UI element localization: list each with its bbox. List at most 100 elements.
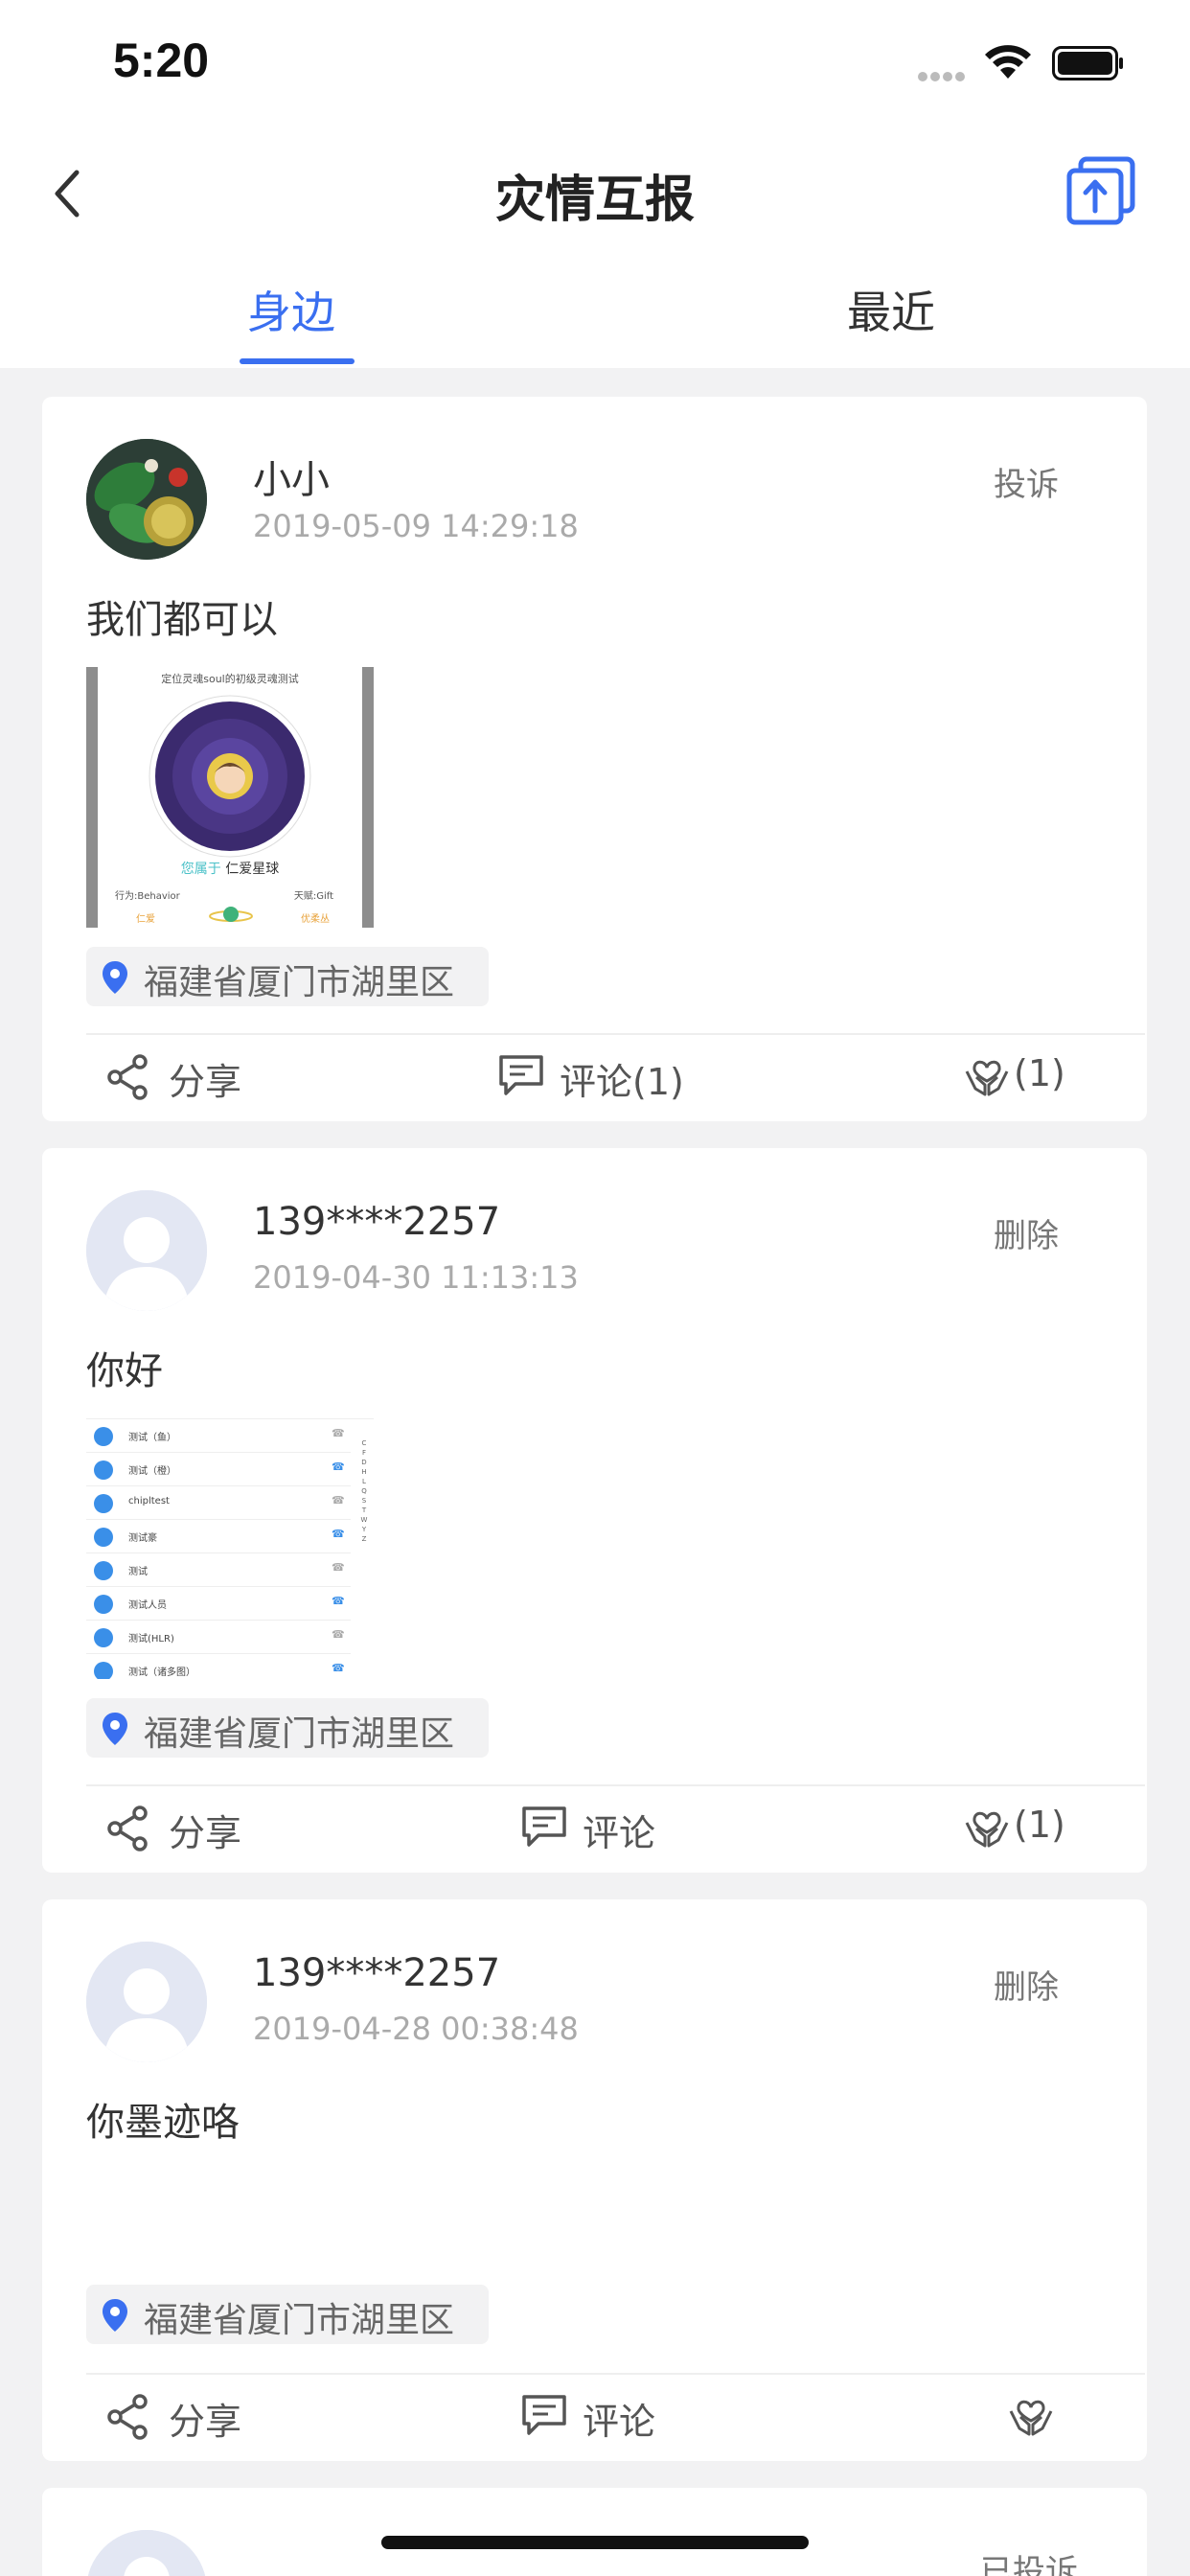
- signal-icon: [918, 67, 968, 85]
- contact-row: 测试 ☎: [86, 1553, 351, 1587]
- image-value-right: 优柔丛: [301, 914, 330, 925]
- contact-name: 测试（橙）: [128, 1466, 176, 1477]
- phone-icon: ☎: [332, 1460, 345, 1473]
- location-tag[interactable]: 福建省厦门市湖里区: [86, 2285, 489, 2344]
- share-button[interactable]: 分享: [107, 2388, 299, 2446]
- heart-hands-icon: [1009, 2400, 1053, 2436]
- location-text: 福建省厦门市湖里区: [144, 2301, 455, 2340]
- contact-row: 测试(HLR) ☎: [86, 1621, 351, 1654]
- image-label-left: 行为:Behavior: [115, 891, 180, 902]
- planet-icon: [209, 907, 253, 922]
- default-avatar-icon: [86, 1942, 207, 2062]
- contact-name: chipltest: [128, 1496, 170, 1506]
- contact-name: 测试（鱼）: [128, 1433, 176, 1443]
- share-button[interactable]: 分享: [107, 1048, 299, 1106]
- location-text: 福建省厦门市湖里区: [144, 963, 455, 1002]
- phone-icon: ☎: [332, 1528, 345, 1540]
- contact-avatar-dot: [94, 1494, 113, 1513]
- comment-icon: [499, 1055, 543, 1095]
- report-button[interactable]: 投诉: [994, 458, 1059, 505]
- post-time: 2019-05-09 14:29:18: [253, 508, 579, 544]
- battery-icon: [1052, 46, 1123, 80]
- post-card[interactable]: 139****2257 2019-04-28 00:38:48 删除 你墨迹咯 …: [42, 1899, 1147, 2461]
- tab-bar: 身边 最近: [0, 249, 1190, 368]
- tab-indicator: [240, 358, 355, 364]
- contact-avatar-dot: [94, 1595, 113, 1614]
- divider: [86, 2373, 1145, 2375]
- comment-button[interactable]: 评论: [521, 1800, 770, 1857]
- like-button[interactable]: (1): [964, 1048, 1117, 1106]
- share-button[interactable]: 分享: [107, 1800, 299, 1857]
- avatar[interactable]: [86, 1942, 207, 2062]
- contact-name: 测试(HLR): [128, 1634, 174, 1644]
- avatar[interactable]: [86, 439, 207, 560]
- post-text: 你好: [86, 1349, 163, 1393]
- comment-label: 评论: [583, 1812, 656, 1854]
- post-image[interactable]: 定位灵魂soul的初级灵魂测试 您属于 仁爱星球 行为:Behavior 天赋:…: [86, 667, 374, 928]
- post-card[interactable]: 139****2257 2019-04-30 11:13:13 删除 你好 测试…: [42, 1148, 1147, 1873]
- contact-avatar-dot: [94, 1561, 113, 1580]
- comment-button[interactable]: 评论(1): [498, 1048, 786, 1106]
- delete-button[interactable]: 删除: [994, 1961, 1059, 2008]
- contact-name: 测试（诸多图）: [128, 1668, 195, 1678]
- contact-avatar-dot: [94, 1528, 113, 1547]
- post-image[interactable]: 测试（鱼） ☎ 测试（橙） ☎ chipltest ☎ 测试豪 ☎ 测试 ☎ 测试人员 ☎ 测试(HLR…: [86, 1418, 374, 1679]
- username: 139****2257: [253, 1951, 501, 1995]
- location-pin-icon: [103, 2299, 127, 2332]
- location-pin-icon: [103, 961, 127, 994]
- location-tag[interactable]: 福建省厦门市湖里区: [86, 1698, 489, 1758]
- tab-nearby[interactable]: 身边: [247, 278, 335, 341]
- alphabet-index: CFDHLQSTWYZ: [360, 1439, 368, 1543]
- tab-recent[interactable]: 最近: [847, 278, 935, 341]
- wifi-icon: [985, 45, 1031, 79]
- contact-row: 测试（诸多图） ☎: [86, 1654, 351, 1679]
- heart-hands-icon: [965, 1811, 1009, 1848]
- location-text: 福建省厦门市湖里区: [144, 1714, 455, 1754]
- post-card[interactable]: 已投诉: [42, 2488, 1147, 2576]
- home-indicator: [381, 2536, 809, 2549]
- image-result-prefix: 您属于: [180, 862, 221, 877]
- contact-name: 测试: [128, 1567, 148, 1577]
- location-pin-icon: [103, 1713, 127, 1745]
- like-button[interactable]: [1008, 2388, 1104, 2446]
- phone-icon: ☎: [332, 1561, 345, 1574]
- comment-icon: [522, 1806, 566, 1847]
- image-result: 仁爱星球: [225, 862, 280, 877]
- share-label: 分享: [169, 1812, 242, 1854]
- reported-label: 已投诉: [980, 2553, 1078, 2576]
- delete-button[interactable]: 删除: [994, 1209, 1059, 1256]
- phone-icon: ☎: [332, 1662, 345, 1674]
- username: 139****2257: [253, 1200, 501, 1244]
- post-time: 2019-04-30 11:13:13: [253, 1259, 579, 1296]
- avatar[interactable]: [86, 1190, 207, 1311]
- comment-icon: [522, 2395, 566, 2435]
- nav-bar: 灾情互报: [0, 130, 1190, 249]
- page-title: 灾情互报: [494, 172, 695, 229]
- comment-label: 评论(1): [560, 1061, 684, 1103]
- location-tag[interactable]: 福建省厦门市湖里区: [86, 947, 489, 1006]
- status-time: 5:20: [113, 34, 210, 87]
- post-card[interactable]: 小小 2019-05-09 14:29:18 投诉 我们都可以 定位灵魂soul…: [42, 397, 1147, 1121]
- image-caption-top: 定位灵魂soul的初级灵魂测试: [161, 673, 299, 685]
- default-avatar-icon: [86, 2530, 207, 2576]
- share-label: 分享: [169, 1061, 242, 1103]
- avatar[interactable]: [86, 2530, 207, 2576]
- contact-name: 测试豪: [128, 1533, 157, 1544]
- avatar-image: [86, 439, 207, 560]
- share-icon: [107, 1806, 148, 1852]
- share-icon: [107, 1054, 148, 1100]
- upload-icon[interactable]: [1065, 155, 1136, 226]
- contact-avatar-dot: [94, 1427, 113, 1446]
- contact-name: 测试人员: [128, 1600, 167, 1611]
- default-avatar-icon: [86, 1190, 207, 1311]
- post-text: 我们都可以: [86, 598, 278, 642]
- contact-avatar-dot: [94, 1460, 113, 1480]
- comment-button[interactable]: 评论: [521, 2388, 770, 2446]
- contact-avatar-dot: [94, 1628, 113, 1647]
- like-button[interactable]: (1): [964, 1800, 1117, 1857]
- like-count: (1): [1014, 1052, 1065, 1094]
- planet-graphic: [149, 695, 311, 858]
- image-label-right: 天赋:Gift: [293, 891, 333, 902]
- share-icon: [107, 2394, 148, 2440]
- contact-row: 测试（鱼） ☎: [86, 1419, 351, 1453]
